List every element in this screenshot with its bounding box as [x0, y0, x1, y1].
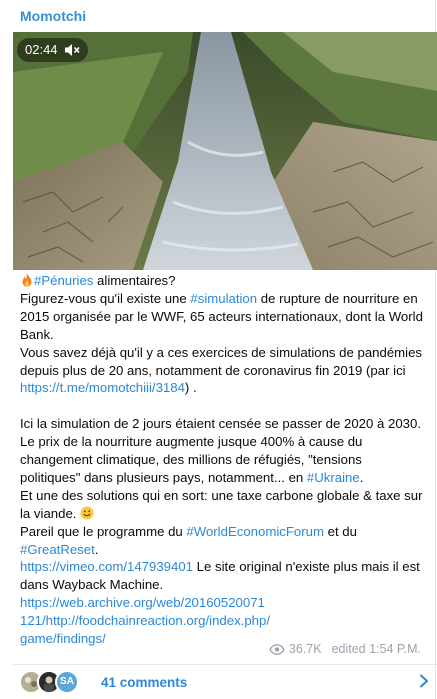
eye-icon — [269, 643, 285, 655]
link-wayback[interactable]: https://web.archive.org/web/201605200711… — [20, 595, 270, 646]
link-vimeo[interactable]: https://vimeo.com/147939401 — [20, 559, 193, 574]
post-text-span: Vous savez déjà qu'il y a ces exercices … — [20, 344, 423, 378]
message-card: Momotchi 02:44 #Pénuries alimentaires? F… — [7, 0, 437, 699]
post-line-7: Pareil que le programme du #WorldEconomi… — [20, 523, 424, 559]
post-line-3: Vous savez déjà qu'il y a ces exercices … — [20, 344, 424, 398]
edited-timestamp: edited 1:54 P.M. — [331, 642, 421, 656]
comments-bar[interactable]: SA 41 comments — [13, 664, 437, 699]
comments-count-label[interactable]: 41 comments — [101, 675, 187, 690]
commenter-avatars: SA — [19, 670, 89, 694]
fire-icon — [22, 273, 32, 287]
message-meta: 36.7K edited 1:54 P.M. — [269, 642, 421, 656]
channel-name[interactable]: Momotchi — [20, 8, 86, 24]
duration-badge: 02:44 — [17, 38, 88, 62]
post-text-span: ) . — [184, 380, 197, 396]
post-text-span: Figurez-vous qu'il existe une — [20, 290, 191, 306]
post-text-span: . — [359, 469, 364, 485]
post-line-1: #Pénuries alimentaires? — [20, 272, 424, 290]
post-line-2: Figurez-vous qu'il existe une #simulatio… — [20, 290, 424, 344]
duration-label: 02:44 — [25, 42, 58, 57]
video-frame — [13, 32, 437, 270]
chevron-right-icon[interactable] — [419, 674, 429, 688]
post-line-9: https://web.archive.org/web/201605200711… — [20, 594, 270, 648]
hashtag-simulation[interactable]: #simulation — [190, 291, 257, 306]
hashtag-greatreset[interactable]: #GreatReset — [20, 542, 95, 557]
post-line-5: Le prix de la nourriture augmente jusque… — [20, 433, 424, 487]
speaker-muted-icon[interactable] — [64, 43, 80, 57]
link-telegram-post[interactable]: https://t.me/momotchiii/3184 — [20, 380, 185, 395]
post-text-span: et du — [323, 523, 357, 539]
hashtag-penuries[interactable]: #Pénuries — [34, 273, 93, 288]
post-line-8: https://vimeo.com/147939401 Le site orig… — [20, 558, 424, 594]
view-count: 36.7K — [288, 642, 322, 656]
video-player[interactable]: 02:44 — [13, 32, 437, 270]
post-text-span: alimentaires? — [93, 273, 176, 288]
grimacing-smile-icon — [80, 506, 94, 520]
avatar-initials: SA — [55, 670, 79, 694]
post-line-6: Et une des solutions qui en sort: une ta… — [20, 487, 424, 523]
hashtag-ukraine[interactable]: #Ukraine — [307, 470, 360, 485]
post-text: #Pénuries alimentaires? Figurez-vous qu'… — [20, 272, 424, 648]
post-text-span: Pareil que le programme du — [20, 523, 187, 539]
post-text-span: . — [94, 541, 99, 557]
post-line-4: Ici la simulation de 2 jours étaient cen… — [20, 416, 422, 432]
hashtag-worldeconomicforum[interactable]: #WorldEconomicForum — [186, 524, 324, 539]
